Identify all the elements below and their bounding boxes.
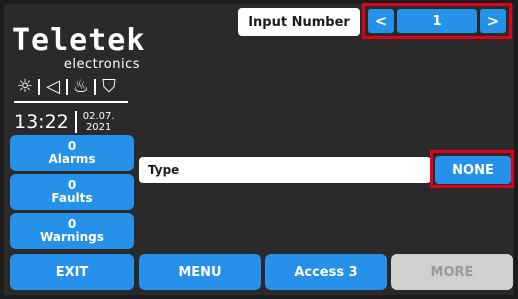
icon-separator [38, 79, 40, 95]
clock-time: 13:22 [14, 111, 69, 133]
previous-input-button[interactable]: < [368, 9, 394, 33]
sun-icon: ☼ [16, 76, 34, 97]
access-level-button[interactable]: Access 3 [265, 254, 387, 290]
flame-icon: ♨ [72, 76, 90, 97]
more-button[interactable]: MORE [391, 254, 513, 290]
warnings-label: Warnings [40, 230, 104, 244]
input-number-selector: < 1 > [362, 3, 512, 39]
warnings-counter-button[interactable]: 0 Warnings [10, 213, 134, 249]
brand-subtitle: electronics [63, 57, 140, 72]
exit-button[interactable]: EXIT [10, 254, 134, 290]
icon-separator [94, 79, 96, 95]
type-value-button[interactable]: NONE [435, 156, 511, 184]
icon-separator [66, 79, 68, 95]
next-input-button[interactable]: > [480, 9, 506, 33]
clock: 13:22 02.07. 2021 [14, 108, 115, 136]
faults-label: Faults [51, 191, 93, 205]
status-divider [14, 101, 128, 103]
alarms-label: Alarms [48, 152, 96, 166]
menu-button[interactable]: MENU [139, 254, 261, 290]
input-number-label: Input Number [238, 8, 360, 36]
brand-logo: Teletek [12, 23, 146, 58]
extinguisher-icon: ⛉ [102, 76, 116, 97]
input-number-value[interactable]: 1 [397, 9, 477, 33]
clock-date-year: 2021 [85, 122, 112, 133]
clock-separator [74, 111, 77, 133]
clock-date: 02.07. 2021 [83, 111, 115, 133]
alarms-counter-button[interactable]: 0 Alarms [10, 135, 134, 171]
faults-counter-button[interactable]: 0 Faults [10, 174, 134, 210]
speaker-icon: ◁ [46, 76, 60, 97]
status-icons: ☼ ◁ ♨ ⛉ [14, 76, 126, 98]
type-field-label: Type [139, 157, 431, 183]
clock-date-day-month: 02.07. [82, 111, 115, 122]
